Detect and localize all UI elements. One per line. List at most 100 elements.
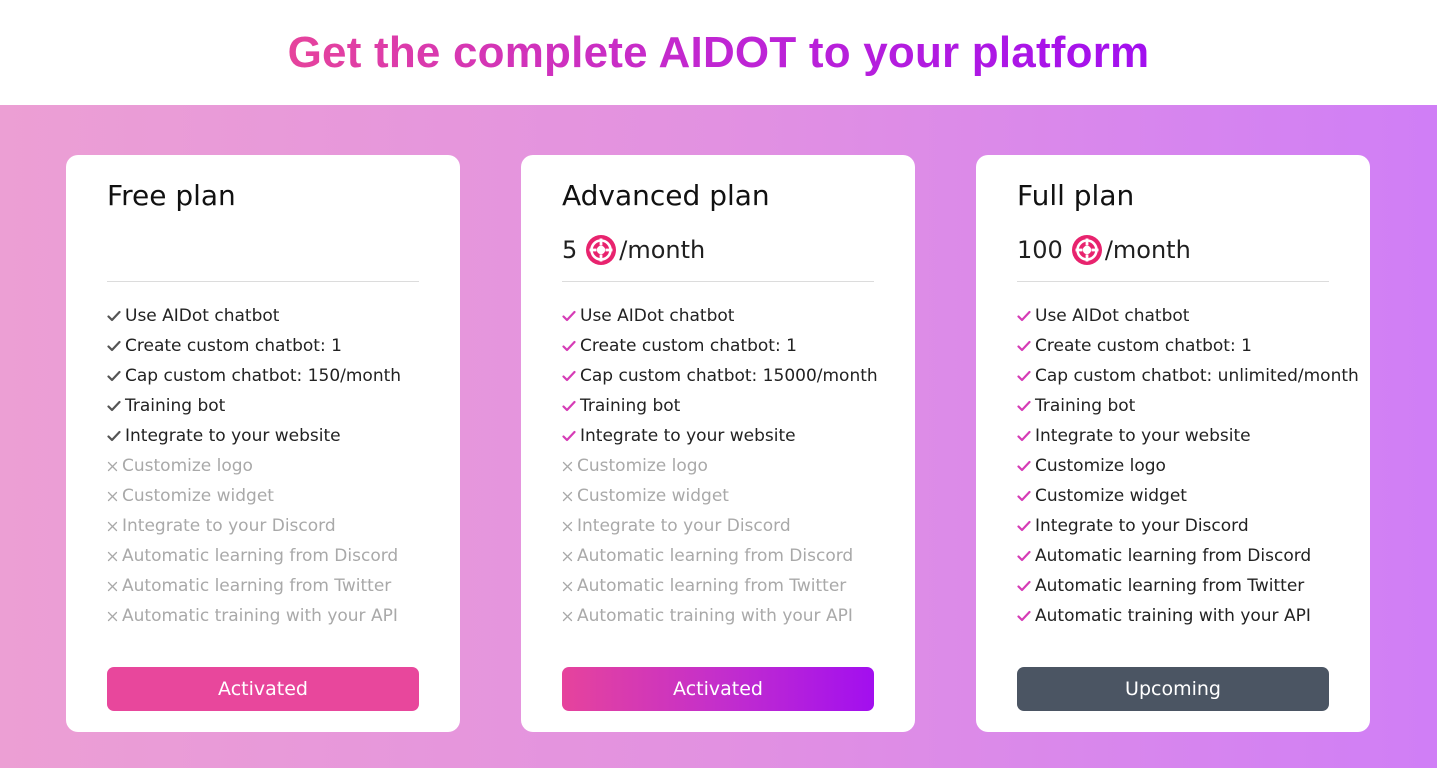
feature-label: Customize widget [1035, 486, 1187, 506]
feature-label: Customize widget [122, 486, 274, 506]
divider [562, 281, 874, 282]
check-icon [1017, 580, 1035, 592]
check-icon [562, 370, 580, 382]
check-icon [1017, 550, 1035, 562]
check-icon [1017, 460, 1035, 472]
check-icon [107, 430, 125, 442]
page-title-text: Get the complete AIDOT to your platform [287, 27, 1150, 77]
feature-label: Create custom chatbot: 1 [125, 336, 342, 356]
price-amount: 100 [1017, 236, 1063, 264]
price-amount: 5 [562, 236, 578, 264]
feature-item: Training bot [1017, 391, 1359, 421]
feature-label: Create custom chatbot: 1 [580, 336, 797, 356]
activated-button[interactable]: Activated [562, 667, 874, 711]
check-icon [562, 310, 580, 322]
feature-label: Automatic learning from Discord [1035, 546, 1312, 566]
check-icon [1017, 520, 1035, 532]
check-icon [107, 370, 125, 382]
feature-label: Integrate to your website [125, 426, 341, 446]
cross-icon [107, 521, 122, 532]
cross-icon [562, 551, 577, 562]
feature-label: Automatic learning from Twitter [1035, 576, 1305, 596]
check-icon [1017, 370, 1035, 382]
cross-icon [107, 461, 122, 472]
feature-label: Cap custom chatbot: 150/month [125, 366, 402, 386]
feature-item: Automatic learning from Discord [562, 541, 878, 571]
check-icon [562, 430, 580, 442]
feature-label: Automatic training with your API [1035, 606, 1311, 626]
feature-label: Training bot [580, 396, 681, 416]
feature-item: Customize logo [1017, 451, 1359, 481]
feature-item: Automatic learning from Twitter [562, 571, 878, 601]
check-icon [107, 400, 125, 412]
check-icon [1017, 490, 1035, 502]
cross-icon [562, 611, 577, 622]
feature-label: Automatic learning from Discord [122, 546, 399, 566]
check-icon [107, 310, 125, 322]
feature-list: Use AIDot chatbot Create custom chatbot: … [562, 301, 878, 631]
cross-icon [562, 521, 577, 532]
feature-item: Use AIDot chatbot [107, 301, 401, 331]
feature-label: Customize logo [122, 456, 253, 476]
feature-label: Create custom chatbot: 1 [1035, 336, 1252, 356]
plan-name: Full plan [1017, 179, 1135, 212]
feature-item: Integrate to your Discord [107, 511, 401, 541]
cross-icon [562, 581, 577, 592]
feature-item: Customize logo [107, 451, 401, 481]
plan-card-full: Full plan 100 /month Use AIDot chatbot Cr… [976, 155, 1370, 732]
feature-label: Training bot [125, 396, 226, 416]
feature-label: Cap custom chatbot: 15000/month [580, 366, 878, 386]
cross-icon [107, 551, 122, 562]
feature-label: Use AIDot chatbot [1035, 306, 1190, 326]
feature-item: Integrate to your website [562, 421, 878, 451]
feature-item: Cap custom chatbot: unlimited/month [1017, 361, 1359, 391]
feature-label: Training bot [1035, 396, 1136, 416]
feature-item: Cap custom chatbot: 15000/month [562, 361, 878, 391]
feature-item: Automatic learning from Discord [107, 541, 401, 571]
plan-name: Free plan [107, 179, 236, 212]
cross-icon [107, 581, 122, 592]
plan-card-advanced: Advanced plan 5 /month Use AIDot chatbot… [521, 155, 915, 732]
feature-label: Automatic training with your API [122, 606, 398, 626]
feature-item: Integrate to your Discord [562, 511, 878, 541]
feature-label: Automatic training with your API [577, 606, 853, 626]
feature-label: Cap custom chatbot: unlimited/month [1035, 366, 1359, 386]
plan-price: 5 /month [562, 233, 705, 267]
feature-label: Use AIDot chatbot [125, 306, 280, 326]
page-title: Get the complete AIDOT to your platform [0, 0, 1437, 105]
feature-list: Use AIDot chatbot Create custom chatbot: … [1017, 301, 1359, 631]
cross-icon [107, 611, 122, 622]
feature-label: Customize logo [577, 456, 708, 476]
feature-item: Automatic training with your API [562, 601, 878, 631]
feature-label: Integrate to your Discord [577, 516, 791, 536]
feature-label: Integrate to your website [580, 426, 796, 446]
feature-label: Integrate to your Discord [1035, 516, 1249, 536]
plan-name: Advanced plan [562, 179, 770, 212]
plan-card-free: Free plan Use AIDot chatbot Create custom… [66, 155, 460, 732]
feature-item: Integrate to your website [107, 421, 401, 451]
price-period: /month [619, 236, 706, 264]
feature-label: Automatic learning from Twitter [122, 576, 392, 596]
upcoming-button[interactable]: Upcoming [1017, 667, 1329, 711]
token-coin-icon [585, 234, 617, 266]
feature-item: Customize widget [1017, 481, 1359, 511]
feature-item: Training bot [107, 391, 401, 421]
check-icon [562, 340, 580, 352]
check-icon [1017, 400, 1035, 412]
feature-item: Customize widget [562, 481, 878, 511]
feature-item: Create custom chatbot: 1 [1017, 331, 1359, 361]
feature-item: Automatic training with your API [1017, 601, 1359, 631]
feature-item: Customize logo [562, 451, 878, 481]
feature-item: Training bot [562, 391, 878, 421]
check-icon [1017, 310, 1035, 322]
plan-price: 100 /month [1017, 233, 1191, 267]
activated-button[interactable]: Activated [107, 667, 419, 711]
feature-item: Use AIDot chatbot [562, 301, 878, 331]
feature-item: Create custom chatbot: 1 [562, 331, 878, 361]
feature-label: Customize widget [577, 486, 729, 506]
divider [107, 281, 419, 282]
check-icon [1017, 340, 1035, 352]
feature-label: Automatic learning from Twitter [577, 576, 847, 596]
check-icon [562, 400, 580, 412]
feature-item: Cap custom chatbot: 150/month [107, 361, 401, 391]
